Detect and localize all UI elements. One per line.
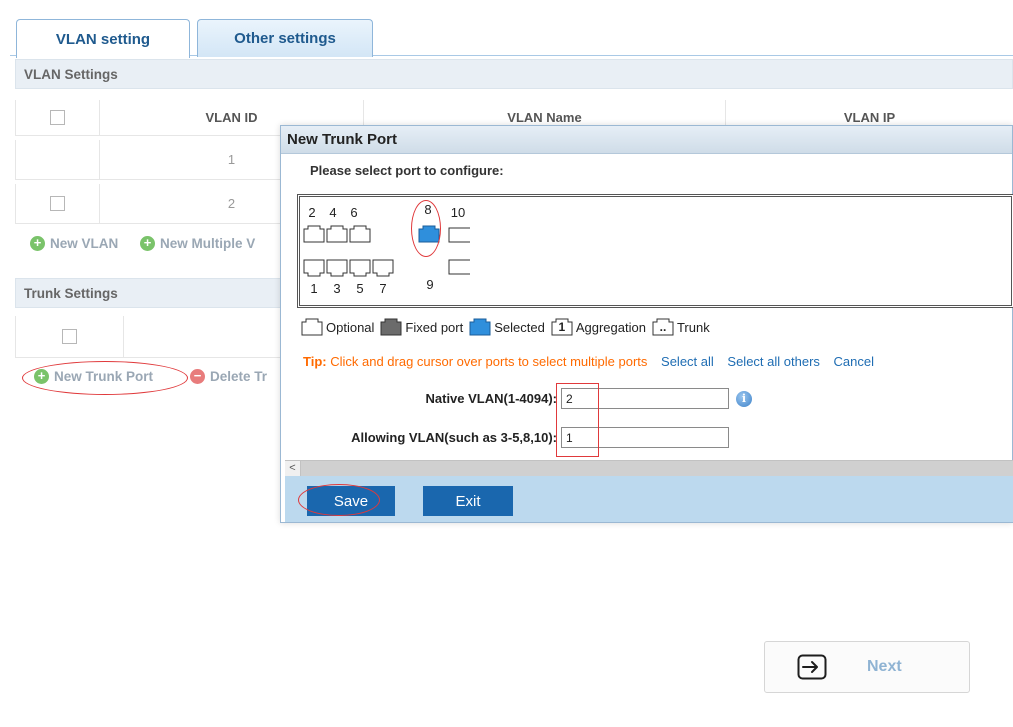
select-all-cell <box>16 316 124 357</box>
port-5-icon[interactable] <box>349 259 371 277</box>
dialog-subtitle: Please select port to configure: <box>310 163 504 178</box>
save-button[interactable]: Save <box>307 486 395 516</box>
tip-line: Tip: Click and drag cursor over ports to… <box>303 354 874 369</box>
select-all-checkbox[interactable] <box>50 110 65 125</box>
port-9-icon[interactable] <box>448 259 470 277</box>
page: VLAN setting Other settings VLAN Setting… <box>0 0 1013 727</box>
port-1-icon[interactable] <box>303 259 325 277</box>
dialog-footer: Save Exit <box>285 476 1013 522</box>
fixed-port-icon <box>380 318 402 336</box>
new-vlan-link[interactable]: + New VLAN <box>30 236 118 251</box>
port-label: 4 <box>329 205 337 220</box>
legend-fixed-label: Fixed port <box>405 319 464 335</box>
checkbox-cell <box>16 184 100 223</box>
native-vlan-label: Native VLAN(1-4094): <box>425 391 558 406</box>
aggregation-badge: 1 <box>558 320 566 334</box>
port-6-icon[interactable] <box>349 225 371 243</box>
select-all-cell <box>16 100 100 135</box>
plus-icon: + <box>34 369 49 384</box>
exit-button[interactable]: Exit <box>423 486 513 516</box>
port-label: 3 <box>333 281 341 296</box>
select-all-link[interactable]: Select all <box>661 354 714 369</box>
selected-port-icon <box>469 318 491 336</box>
next-label: Next <box>867 658 902 675</box>
legend-optional-label: Optional <box>326 319 375 335</box>
port-2-icon[interactable] <box>303 225 325 243</box>
trunk-badge: .. <box>659 320 667 334</box>
tab-vlan-setting[interactable]: VLAN setting <box>16 19 190 58</box>
horizontal-scrollbar[interactable]: < <box>285 460 1013 476</box>
port-label: 5 <box>356 281 364 296</box>
port-label: 6 <box>350 205 358 220</box>
delete-trunk-link[interactable]: − Delete Tr <box>190 369 267 384</box>
plus-icon: + <box>140 236 155 251</box>
port-4-icon[interactable] <box>326 225 348 243</box>
dialog-title: New Trunk Port <box>281 126 1012 154</box>
port-8-selected-icon[interactable] <box>418 225 440 243</box>
row-checkbox[interactable] <box>50 196 65 211</box>
port-10-icon[interactable] <box>448 225 470 243</box>
allowing-vlan-input[interactable] <box>561 427 729 448</box>
port-label: 10 <box>450 205 466 220</box>
legend-fixed: Fixed port <box>380 318 463 336</box>
new-multiple-label: New Multiple V <box>160 236 256 251</box>
native-vlan-input[interactable] <box>561 388 729 409</box>
select-all-others-link[interactable]: Select all others <box>727 354 820 369</box>
port-label: 1 <box>310 281 318 296</box>
minus-icon: − <box>190 369 205 384</box>
allowing-vlan-label: Allowing VLAN(such as 3-5,8,10): <box>351 430 557 445</box>
port-label: 7 <box>379 281 387 296</box>
port-label: 2 <box>308 205 316 220</box>
checkbox-cell <box>16 140 100 179</box>
new-trunk-port-link[interactable]: + New Trunk Port <box>34 369 153 384</box>
tab-bar: VLAN setting Other settings <box>10 15 1013 58</box>
port-3-icon[interactable] <box>326 259 348 277</box>
delete-trunk-label: Delete Tr <box>210 369 268 384</box>
legend-optional: Optional <box>301 318 374 336</box>
trunk-port-icon: .. <box>652 318 674 336</box>
trunk-settings-title: Trunk Settings <box>24 285 118 301</box>
port-7-icon[interactable] <box>372 259 394 277</box>
cancel-selection-link[interactable]: Cancel <box>834 354 874 369</box>
info-icon[interactable]: i <box>736 391 752 407</box>
new-trunk-port-label: New Trunk Port <box>54 369 154 384</box>
legend-selected: Selected <box>469 318 545 336</box>
legend-aggregation: 1 Aggregation <box>551 318 646 336</box>
port-legend: Optional Fixed port Selected 1 Aggregati… <box>301 316 716 338</box>
legend-aggregation-label: Aggregation <box>575 319 646 335</box>
aggregation-port-icon: 1 <box>551 318 573 336</box>
new-multiple-vlan-link[interactable]: + New Multiple V <box>140 236 255 251</box>
next-button[interactable]: Next <box>764 641 970 693</box>
legend-selected-label: Selected <box>494 319 545 335</box>
vlan-settings-title: VLAN Settings <box>24 66 118 82</box>
legend-trunk-label: Trunk <box>676 319 710 335</box>
port-label: 9 <box>426 277 434 292</box>
scroll-left-icon[interactable]: < <box>285 461 301 476</box>
new-trunk-port-dialog: New Trunk Port Please select port to con… <box>280 125 1013 523</box>
tab-other-settings[interactable]: Other settings <box>197 19 373 57</box>
new-vlan-label: New VLAN <box>50 236 119 251</box>
optional-port-icon <box>301 318 323 336</box>
tip-label: Tip: <box>303 354 327 369</box>
port-panel: 2 4 6 8 10 1 3 5 7 9 <box>297 194 1013 308</box>
next-arrow-icon <box>797 654 827 680</box>
plus-icon: + <box>30 236 45 251</box>
vlan-settings-header: VLAN Settings <box>15 59 1013 89</box>
port-label-selected: 8 <box>424 202 432 217</box>
legend-trunk: .. Trunk <box>652 318 710 336</box>
tip-text: Click and drag cursor over ports to sele… <box>330 354 648 369</box>
select-all-checkbox[interactable] <box>62 329 77 344</box>
